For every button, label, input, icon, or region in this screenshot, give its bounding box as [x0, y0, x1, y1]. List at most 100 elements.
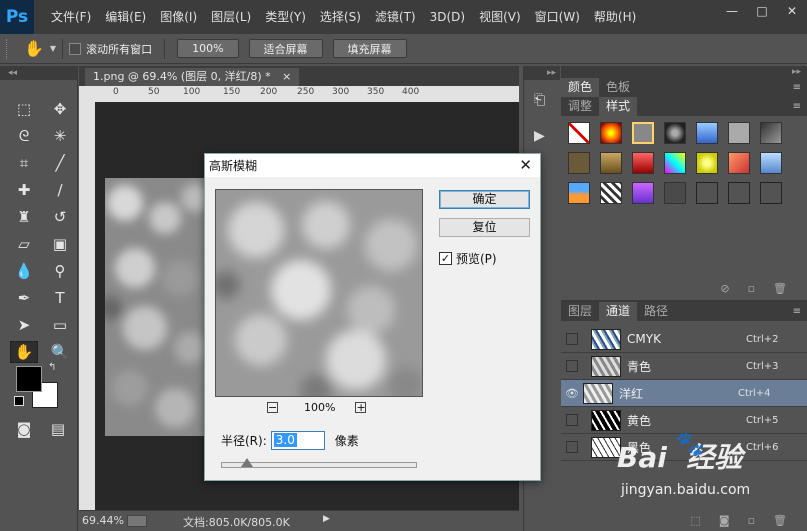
actions-panel-icon[interactable]: ▶ — [534, 128, 552, 146]
style-swatch[interactable] — [664, 182, 686, 204]
status-info-icon[interactable] — [127, 515, 147, 527]
path-selection-tool-icon[interactable]: ➤ — [10, 314, 38, 336]
eraser-tool-icon[interactable]: ▱ — [10, 233, 38, 255]
style-swatch[interactable] — [568, 152, 590, 174]
visibility-toggle[interactable] — [566, 414, 578, 426]
visibility-toggle[interactable] — [566, 360, 578, 372]
menu-window[interactable]: 窗口(W) — [528, 0, 587, 34]
style-swatch[interactable] — [760, 122, 782, 144]
style-swatch[interactable] — [600, 182, 622, 204]
ok-button[interactable]: 确定 — [439, 190, 530, 209]
menu-3d[interactable]: 3D(D) — [423, 0, 472, 34]
dodge-tool-icon[interactable]: ⚲ — [46, 260, 74, 282]
close-icon[interactable]: ✕ — [519, 156, 532, 174]
default-colors-icon[interactable] — [14, 396, 24, 406]
gradient-tool-icon[interactable]: ▣ — [46, 233, 74, 255]
lasso-tool-icon[interactable]: ᘓ — [10, 125, 38, 147]
style-swatch[interactable] — [664, 122, 686, 144]
style-swatch[interactable] — [696, 182, 718, 204]
fill-screen-button[interactable]: 填充屏幕 — [332, 39, 407, 58]
style-swatch[interactable] — [760, 182, 782, 204]
magic-wand-tool-icon[interactable]: ✳ — [46, 125, 74, 147]
menu-layer[interactable]: 图层(L) — [204, 0, 258, 34]
fit-screen-button[interactable]: 适合屏幕 — [248, 39, 323, 58]
radius-slider[interactable] — [221, 458, 417, 468]
zoom-100-button[interactable]: 100% — [177, 39, 239, 58]
dialog-title-bar[interactable]: 高斯模糊 — [205, 154, 540, 177]
scroll-all-windows-checkbox[interactable] — [69, 42, 82, 55]
rectangle-tool-icon[interactable]: ▭ — [46, 314, 74, 336]
clear-style-icon[interactable]: ⊘ — [720, 282, 729, 300]
panel-menu-icon[interactable]: ≡ — [793, 78, 801, 97]
panel-menu-icon[interactable]: ≡ — [793, 97, 801, 116]
reset-button[interactable]: 复位 — [439, 218, 530, 237]
style-swatch[interactable] — [568, 182, 590, 204]
restore-button[interactable]: □ — [747, 0, 777, 22]
brush-tool-icon[interactable]: ∕ — [46, 179, 74, 201]
move-tool-icon[interactable]: ✥ — [46, 98, 74, 120]
style-swatch[interactable] — [760, 152, 782, 174]
zoom-tool-icon[interactable]: 🔍 — [46, 341, 74, 363]
menu-filter[interactable]: 滤镜(T) — [368, 0, 423, 34]
style-swatch[interactable] — [600, 122, 622, 144]
eye-icon[interactable]: 👁 — [561, 387, 583, 400]
dock-collapse-icon[interactable]: ▸▸ — [524, 66, 560, 80]
history-brush-tool-icon[interactable]: ↺ — [46, 206, 74, 228]
visibility-toggle[interactable] — [566, 441, 578, 453]
channel-row-magenta[interactable]: 👁 洋红 Ctrl+4 — [561, 380, 807, 407]
document-tab[interactable]: 1.png @ 69.4% (图层 0, 洋红/8) * × — [85, 68, 300, 86]
foreground-color-swatch[interactable] — [16, 366, 42, 392]
history-panel-icon[interactable]: ⎗ — [534, 92, 552, 110]
menu-file[interactable]: 文件(F) — [44, 0, 98, 34]
hand-tool-preset-icon[interactable]: ✋ — [24, 39, 44, 58]
load-channel-selection-icon[interactable]: ⬚ — [690, 514, 700, 527]
menu-view[interactable]: 视图(V) — [472, 0, 528, 34]
status-menu-arrow-icon[interactable]: ▶ — [323, 514, 330, 524]
tab-adjustments[interactable]: 调整 — [561, 97, 599, 116]
tab-channels[interactable]: 通道 — [599, 302, 638, 321]
style-swatch[interactable] — [728, 122, 750, 144]
screen-mode-icon[interactable]: ▤ — [44, 418, 72, 440]
tab-color[interactable]: 颜色 — [561, 78, 600, 97]
filter-preview[interactable] — [215, 189, 423, 397]
crop-tool-icon[interactable]: ⌗ — [10, 152, 38, 174]
panel-collapse-bar[interactable]: ▸▸ — [561, 66, 807, 78]
quick-mask-icon[interactable]: ◙ — [10, 418, 38, 440]
tab-styles[interactable]: 样式 — [599, 97, 638, 116]
new-channel-icon[interactable]: ▫ — [748, 514, 755, 527]
style-swatch[interactable] — [728, 182, 750, 204]
tab-paths[interactable]: 路径 — [637, 302, 675, 321]
clone-stamp-tool-icon[interactable]: ♜ — [10, 206, 38, 228]
style-swatch-none[interactable] — [568, 122, 590, 144]
zoom-readout[interactable]: 69.44% — [82, 514, 124, 527]
new-style-icon[interactable]: ▫ — [748, 282, 755, 300]
tab-layers[interactable]: 图层 — [561, 302, 599, 321]
preview-checkbox[interactable]: ✓ — [439, 252, 452, 265]
eyedropper-tool-icon[interactable]: ╱ — [46, 152, 74, 174]
swap-colors-icon[interactable]: ↰ — [48, 362, 56, 373]
menu-edit[interactable]: 编辑(E) — [98, 0, 153, 34]
menu-help[interactable]: 帮助(H) — [587, 0, 643, 34]
radius-input[interactable]: 3.0 — [270, 431, 325, 450]
menu-select[interactable]: 选择(S) — [313, 0, 368, 34]
chevron-down-icon[interactable]: ▼ — [50, 44, 56, 53]
zoom-out-button[interactable]: − — [267, 402, 278, 413]
blur-tool-icon[interactable]: 💧 — [10, 260, 38, 282]
channel-row-cyan[interactable]: 青色 Ctrl+3 — [561, 353, 807, 380]
toolbox-collapse-icon[interactable]: ◂◂ — [0, 66, 77, 80]
tab-swatches[interactable]: 色板 — [599, 78, 637, 97]
delete-channel-icon[interactable]: 🗑 — [773, 514, 787, 527]
channel-row-cmyk[interactable]: CMYK Ctrl+2 — [561, 326, 807, 353]
marquee-tool-icon[interactable]: ⬚ — [10, 98, 38, 120]
menu-image[interactable]: 图像(I) — [153, 0, 204, 34]
close-tab-icon[interactable]: × — [282, 70, 291, 83]
save-selection-icon[interactable]: ◙ — [719, 514, 730, 527]
minimize-button[interactable]: — — [717, 0, 747, 22]
style-swatch[interactable] — [632, 122, 654, 144]
radius-slider-thumb[interactable] — [241, 458, 254, 467]
style-swatch[interactable] — [696, 122, 718, 144]
style-swatch[interactable] — [728, 152, 750, 174]
style-swatch[interactable] — [696, 152, 718, 174]
healing-brush-tool-icon[interactable]: ✚ — [10, 179, 38, 201]
type-tool-icon[interactable]: T — [46, 287, 74, 309]
